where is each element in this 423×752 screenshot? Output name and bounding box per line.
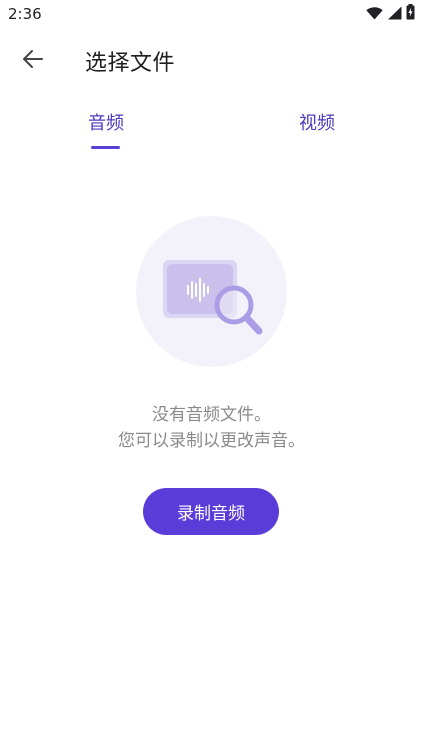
battery-charging-icon [406, 4, 415, 24]
back-button[interactable] [14, 46, 52, 76]
signal-icon [387, 5, 402, 24]
wifi-icon [366, 5, 383, 24]
tab-selected-indicator [91, 146, 120, 149]
tab-video[interactable]: 视频 [282, 100, 354, 152]
tab-video-label: 视频 [299, 113, 335, 134]
empty-state-message: 没有音频文件。 您可以录制以更改声音。 [0, 402, 423, 454]
status-bar: 2:36 [0, 0, 423, 30]
tab-audio-label: 音频 [88, 113, 124, 134]
page-title: 选择文件 [85, 51, 176, 76]
empty-state-line-2: 您可以录制以更改声音。 [118, 431, 305, 451]
status-time: 2:36 [8, 5, 42, 23]
audio-file-search-icon [136, 216, 287, 367]
tab-bar: 音频 视频 [0, 100, 423, 152]
arrow-back-icon [22, 49, 44, 73]
tab-audio[interactable]: 音频 [70, 100, 142, 152]
app-bar: 选择文件 [0, 30, 423, 92]
empty-state-line-1: 没有音频文件。 [152, 405, 271, 425]
status-icons [366, 4, 415, 24]
record-audio-button[interactable]: 录制音频 [143, 488, 279, 535]
